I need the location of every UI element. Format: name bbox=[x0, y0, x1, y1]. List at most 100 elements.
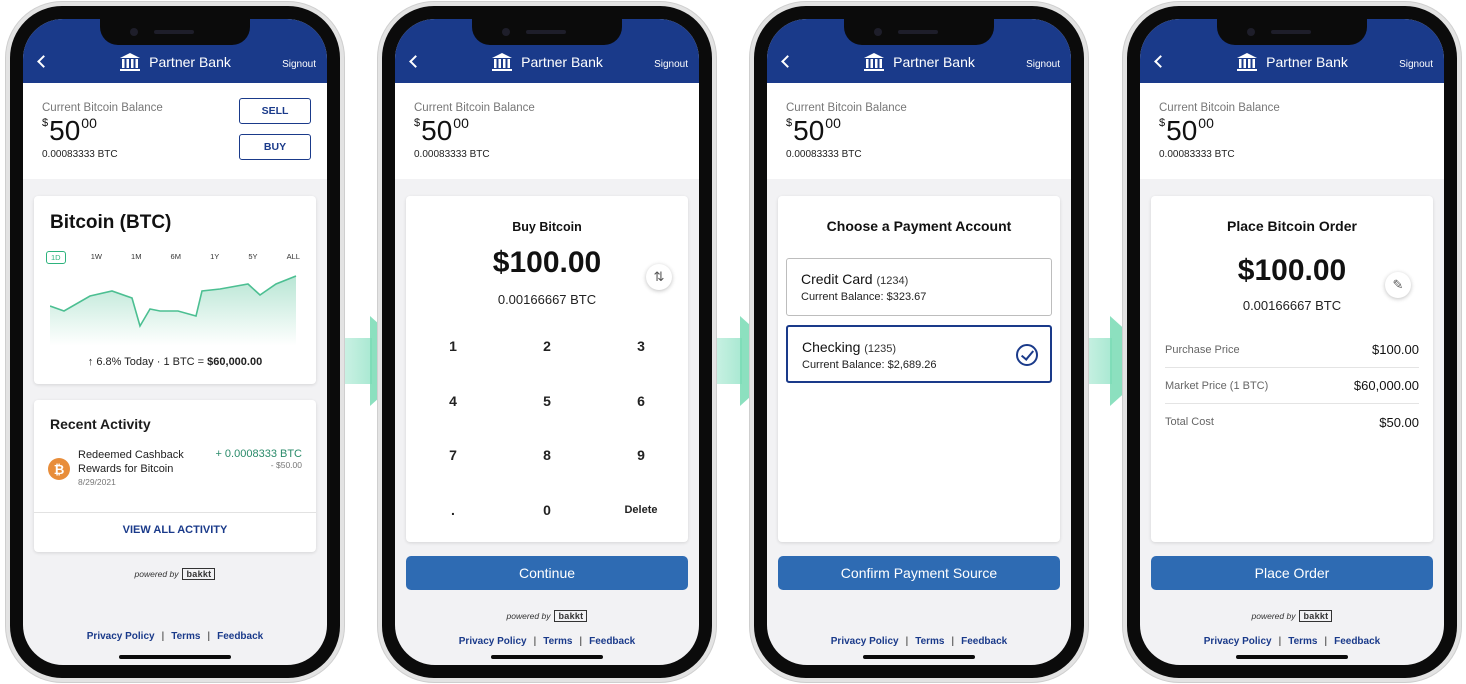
bitcoin-coin-icon: ₿ bbox=[48, 458, 70, 480]
swap-currency-icon[interactable]: ⇅ bbox=[646, 264, 672, 290]
key-0[interactable]: 0 bbox=[502, 490, 592, 530]
balance-btc: 0.00083333 BTC bbox=[414, 149, 490, 160]
key-5[interactable]: 5 bbox=[502, 381, 592, 421]
balance-panel: Current Bitcoin Balance $5000 0.00083333… bbox=[395, 83, 699, 179]
balance-amount: $5000 bbox=[1159, 115, 1214, 147]
separator-dot: · bbox=[156, 356, 161, 368]
key-2[interactable]: 2 bbox=[502, 326, 592, 366]
terms-link[interactable]: Terms bbox=[171, 631, 200, 642]
signout-link[interactable]: Signout bbox=[1399, 59, 1433, 70]
key-delete[interactable]: Delete bbox=[596, 490, 686, 530]
feedback-link[interactable]: Feedback bbox=[217, 631, 263, 642]
buy-heading: Buy Bitcoin bbox=[512, 220, 582, 234]
brand-name: Partner Bank bbox=[893, 54, 975, 70]
balance-panel: Current Bitcoin Balance $5000 0.00083333… bbox=[23, 83, 327, 179]
key-9[interactable]: 9 bbox=[596, 435, 686, 475]
phone-payment-screen: Partner Bank Signout Current Bitcoin Bal… bbox=[750, 2, 1088, 682]
continue-button[interactable]: Continue bbox=[406, 556, 688, 590]
balance-panel: Current Bitcoin Balance $5000 0.00083333… bbox=[1140, 83, 1444, 179]
account-name: Checking (1235) bbox=[802, 339, 896, 355]
balance-cents: 00 bbox=[453, 115, 469, 131]
key-8[interactable]: 8 bbox=[502, 435, 592, 475]
brand-name: Partner Bank bbox=[521, 54, 603, 70]
order-row-purchase-price: Purchase Price $100.00 bbox=[1165, 332, 1419, 368]
balance-panel: Current Bitcoin Balance $5000 0.00083333… bbox=[767, 83, 1071, 179]
rate-prefix: 1 BTC = bbox=[163, 356, 208, 368]
privacy-policy-link[interactable]: Privacy Policy bbox=[1204, 636, 1272, 647]
number-keypad: 1 2 3 4 5 6 7 8 9 . 0 Delete bbox=[406, 326, 688, 546]
balance-dollars: 50 bbox=[793, 115, 825, 146]
home-indicator bbox=[491, 655, 603, 659]
price-sparkline bbox=[50, 275, 297, 346]
key-decimal[interactable]: . bbox=[408, 490, 498, 530]
key-7[interactable]: 7 bbox=[408, 435, 498, 475]
place-order-button[interactable]: Place Order bbox=[1151, 556, 1433, 590]
account-checking[interactable]: Checking (1235) Current Balance: $2,689.… bbox=[786, 325, 1052, 383]
footer-separator: | bbox=[161, 631, 165, 642]
signout-link[interactable]: Signout bbox=[282, 59, 316, 70]
range-1m[interactable]: 1M bbox=[127, 251, 145, 264]
range-5y[interactable]: 5Y bbox=[244, 251, 261, 264]
balance-cents: 00 bbox=[1198, 115, 1214, 131]
powered-by-text: powered by bbox=[506, 611, 551, 621]
key-6[interactable]: 6 bbox=[596, 381, 686, 421]
powered-by: powered by bakkt bbox=[23, 568, 327, 580]
order-row-market-price: Market Price (1 BTC) $60,000.00 bbox=[1165, 368, 1419, 404]
feedback-link[interactable]: Feedback bbox=[1334, 636, 1380, 647]
footer-links: Privacy Policy | Terms | Feedback bbox=[395, 636, 699, 647]
footer-separator: | bbox=[579, 636, 583, 647]
order-row-value: $60,000.00 bbox=[1353, 378, 1419, 393]
range-1y[interactable]: 1Y bbox=[206, 251, 223, 264]
privacy-policy-link[interactable]: Privacy Policy bbox=[87, 631, 155, 642]
confirm-payment-source-button[interactable]: Confirm Payment Source bbox=[778, 556, 1060, 590]
order-row-label: Purchase Price bbox=[1165, 343, 1240, 356]
key-1[interactable]: 1 bbox=[408, 326, 498, 366]
privacy-policy-link[interactable]: Privacy Policy bbox=[831, 636, 899, 647]
buy-button[interactable]: BUY bbox=[239, 134, 311, 160]
payment-account-card: Choose a Payment Account Credit Card (12… bbox=[778, 196, 1060, 542]
terms-link[interactable]: Terms bbox=[1288, 636, 1317, 647]
signout-link[interactable]: Signout bbox=[654, 59, 688, 70]
feedback-link[interactable]: Feedback bbox=[589, 636, 635, 647]
balance-amount: $5000 bbox=[414, 115, 469, 147]
payment-heading: Choose a Payment Account bbox=[826, 218, 1012, 234]
buy-btc-equivalent: 0.00166667 BTC bbox=[497, 292, 597, 307]
sell-button[interactable]: SELL bbox=[239, 98, 311, 124]
activity-date: 8/29/2021 bbox=[78, 477, 116, 487]
range-selector: 1D 1W 1M 6M 1Y 5Y ALL bbox=[46, 251, 304, 264]
home-indicator bbox=[119, 655, 231, 659]
recent-activity-card: Recent Activity ₿ Redeemed Cashback Rewa… bbox=[34, 400, 316, 552]
footer-separator: | bbox=[1278, 636, 1282, 647]
account-balance: Current Balance: $2,689.26 bbox=[802, 359, 937, 371]
feedback-link[interactable]: Feedback bbox=[961, 636, 1007, 647]
view-all-activity-link[interactable]: VIEW ALL ACTIVITY bbox=[34, 524, 316, 536]
footer-separator: | bbox=[951, 636, 955, 647]
range-6m[interactable]: 6M bbox=[167, 251, 185, 264]
phone-notch bbox=[844, 19, 994, 45]
signout-link[interactable]: Signout bbox=[1026, 59, 1060, 70]
order-row-label: Total Cost bbox=[1165, 416, 1214, 428]
bakkt-logo: bakkt bbox=[182, 568, 216, 580]
terms-link[interactable]: Terms bbox=[543, 636, 572, 647]
phone-buy-screen: Partner Bank Signout Current Bitcoin Bal… bbox=[378, 2, 716, 682]
account-number: (1234) bbox=[876, 275, 909, 287]
range-1w[interactable]: 1W bbox=[87, 251, 106, 264]
phone-notch bbox=[100, 19, 250, 45]
balance-cents: 00 bbox=[825, 115, 841, 131]
edit-pencil-icon[interactable]: ✎ bbox=[1385, 272, 1411, 298]
terms-link[interactable]: Terms bbox=[915, 636, 944, 647]
footer-links: Privacy Policy | Terms | Feedback bbox=[1140, 636, 1444, 647]
account-credit-card[interactable]: Credit Card (1234) Current Balance: $323… bbox=[786, 258, 1052, 316]
phone-notch bbox=[472, 19, 622, 45]
key-4[interactable]: 4 bbox=[408, 381, 498, 421]
powered-by: powered by bakkt bbox=[1140, 610, 1444, 622]
range-all[interactable]: ALL bbox=[283, 251, 304, 264]
currency-symbol: $ bbox=[1159, 117, 1166, 129]
range-1d[interactable]: 1D bbox=[46, 251, 66, 264]
account-name-text: Credit Card bbox=[801, 271, 873, 287]
privacy-policy-link[interactable]: Privacy Policy bbox=[459, 636, 527, 647]
account-number: (1235) bbox=[864, 343, 897, 355]
key-3[interactable]: 3 bbox=[596, 326, 686, 366]
balance-btc: 0.00083333 BTC bbox=[42, 149, 118, 160]
order-row-value: $100.00 bbox=[1372, 342, 1419, 357]
